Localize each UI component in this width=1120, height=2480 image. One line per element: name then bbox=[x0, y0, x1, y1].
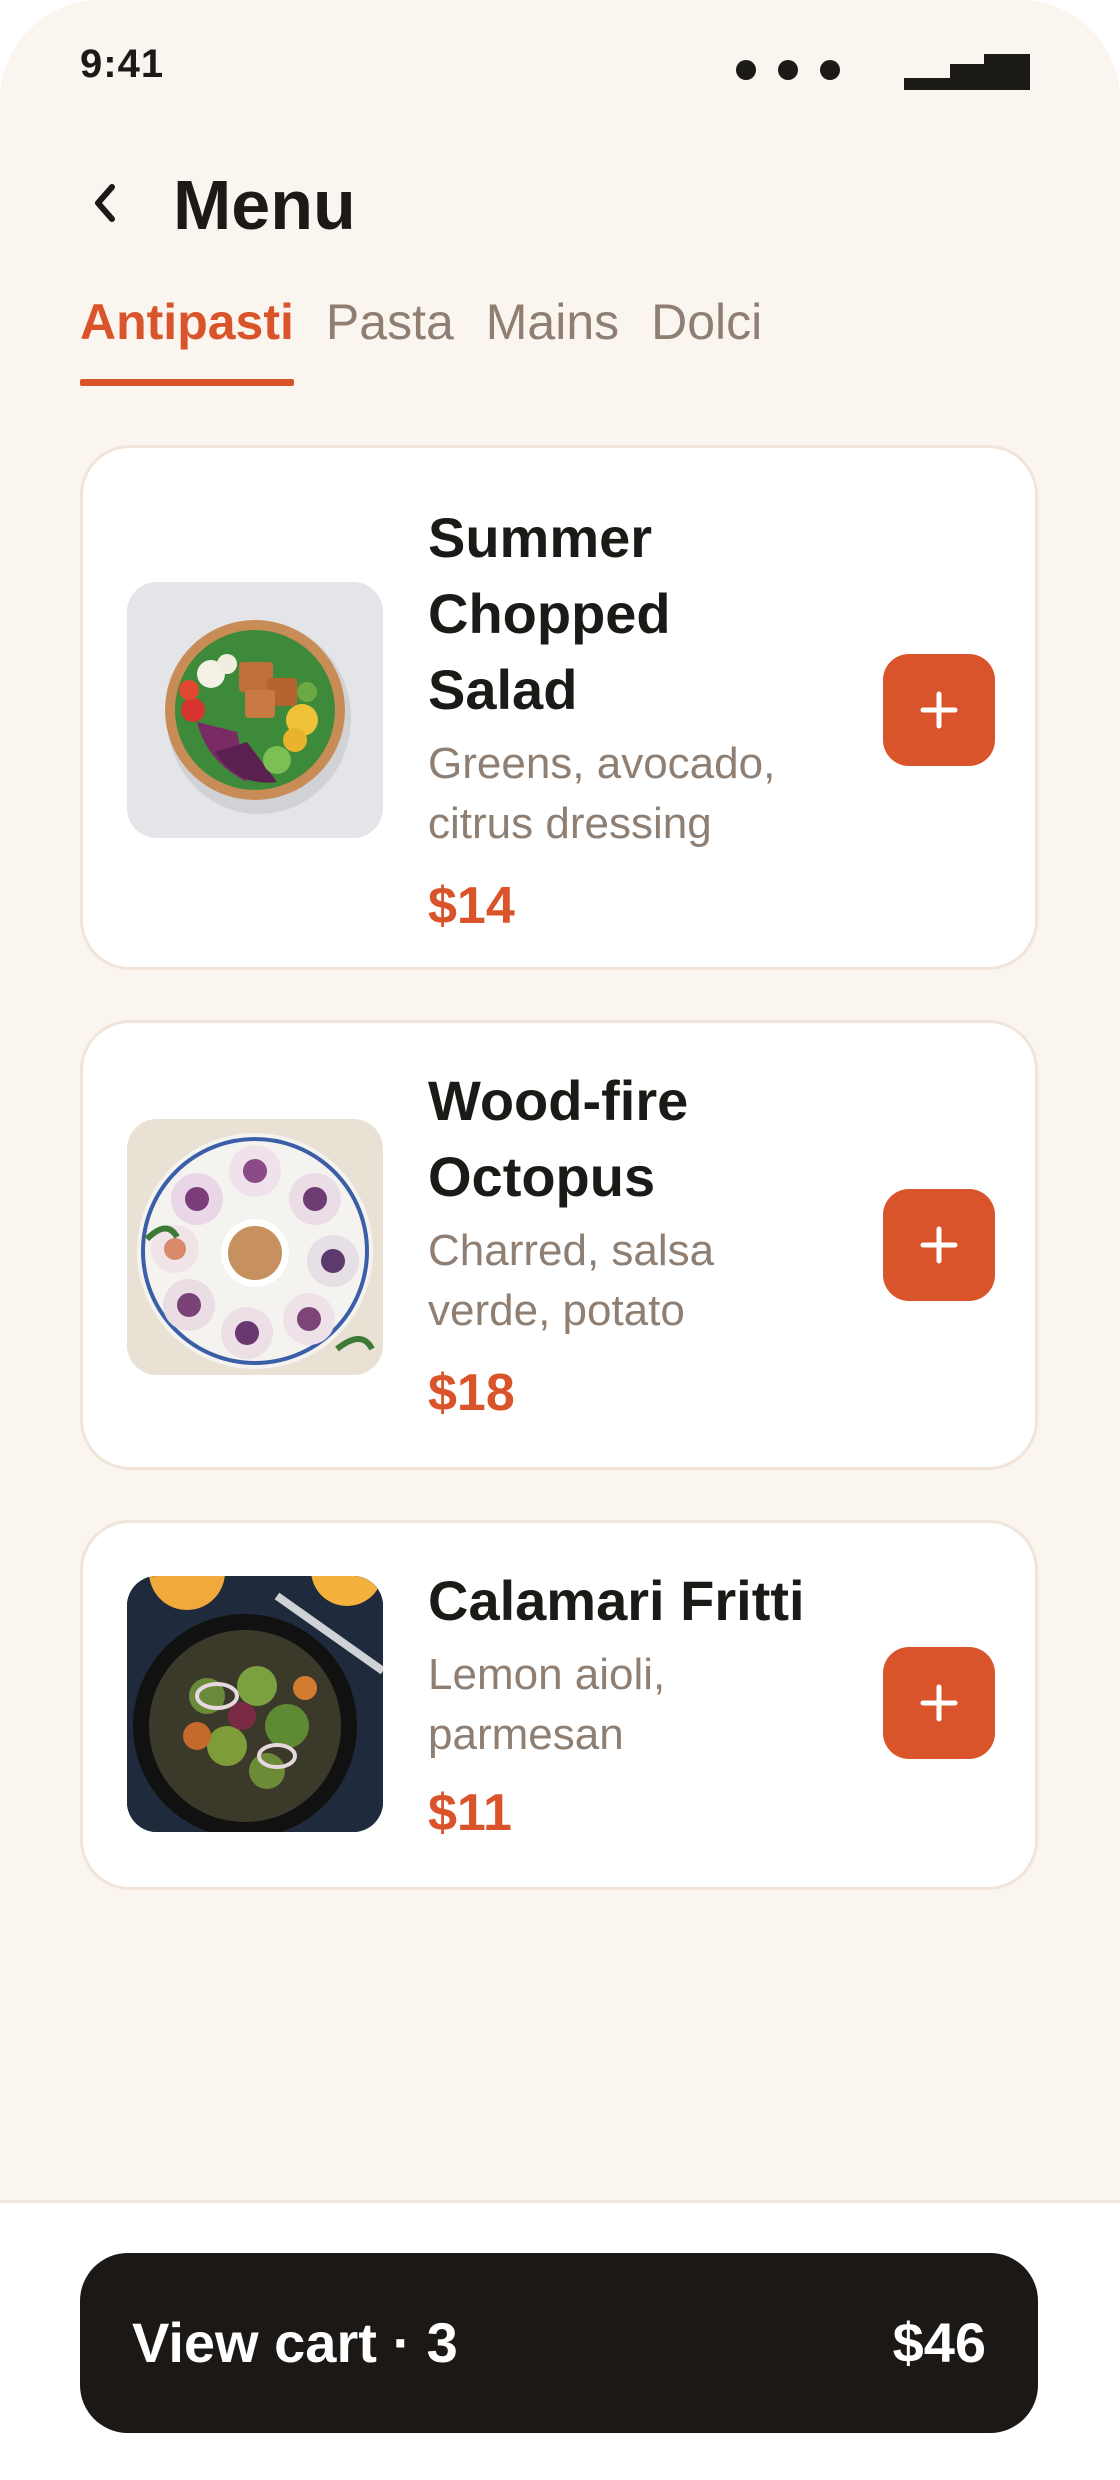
menu-item-name: Summer Chopped Salad bbox=[428, 506, 671, 721]
menu-item-name: Wood-fire Octopus bbox=[428, 1069, 689, 1208]
menu-item-card[interactable]: Wood-fire Octopus Charred, salsa verde, … bbox=[80, 1020, 1038, 1470]
menu-item-description: Greens, avocado, citrus dressing bbox=[428, 739, 776, 848]
menu-item-card[interactable]: Summer Chopped Salad Greens, avocado, ci… bbox=[80, 445, 1038, 970]
add-to-cart-button[interactable] bbox=[883, 654, 995, 766]
cart-footer: View cart · 3 $46 bbox=[0, 2200, 1120, 2480]
dish-photo-octopus bbox=[127, 1119, 383, 1375]
menu-item-description: Charred, salsa verde, potato bbox=[428, 1226, 715, 1335]
menu-item-description: Lemon aioli, parmesan bbox=[428, 1650, 666, 1759]
status-bar: 9:41 bbox=[80, 40, 1030, 100]
menu-item-price: $14 bbox=[428, 877, 515, 935]
back-button[interactable] bbox=[80, 178, 130, 228]
add-to-cart-button[interactable] bbox=[883, 1189, 995, 1301]
phone-screen: 9:41 Menu Antipasti Pasta Mains Dolci Su… bbox=[0, 0, 1120, 2480]
tab-antipasti[interactable]: Antipasti bbox=[80, 290, 294, 386]
menu-item-card[interactable]: Calamari Fritti Lemon aioli, parmesan $1… bbox=[80, 1520, 1038, 1890]
page-title: Menu bbox=[173, 166, 356, 244]
cellular-signal-icon bbox=[904, 54, 1030, 90]
view-cart-button[interactable]: View cart · 3 $46 bbox=[80, 2253, 1038, 2433]
header: Menu bbox=[80, 160, 980, 250]
tab-mains[interactable]: Mains bbox=[486, 290, 619, 386]
menu-item-price: $18 bbox=[428, 1364, 515, 1422]
menu-item-name: Calamari Fritti bbox=[428, 1569, 805, 1632]
chevron-left-icon bbox=[95, 184, 115, 222]
signal-dots-icon bbox=[736, 60, 840, 82]
menu-item-info: Summer Chopped Salad Greens, avocado, ci… bbox=[428, 500, 848, 936]
plus-icon bbox=[920, 1684, 958, 1722]
tab-dolci[interactable]: Dolci bbox=[651, 290, 762, 386]
dish-photo-salad bbox=[127, 582, 383, 838]
tab-pasta[interactable]: Pasta bbox=[326, 290, 454, 386]
menu-item-price: $11 bbox=[428, 1784, 512, 1842]
menu-item-info: Calamari Fritti Lemon aioli, parmesan $1… bbox=[428, 1563, 868, 1843]
category-tabs: Antipasti Pasta Mains Dolci bbox=[80, 290, 794, 386]
dish-photo-calamari bbox=[127, 1576, 383, 1832]
plus-icon bbox=[920, 1226, 958, 1264]
cart-total: $46 bbox=[892, 2311, 986, 2374]
plus-icon bbox=[920, 691, 958, 729]
status-time: 9:41 bbox=[80, 42, 165, 86]
add-to-cart-button[interactable] bbox=[883, 1647, 995, 1759]
cart-label: View cart · 3 bbox=[132, 2311, 458, 2374]
menu-item-info: Wood-fire Octopus Charred, salsa verde, … bbox=[428, 1063, 848, 1423]
